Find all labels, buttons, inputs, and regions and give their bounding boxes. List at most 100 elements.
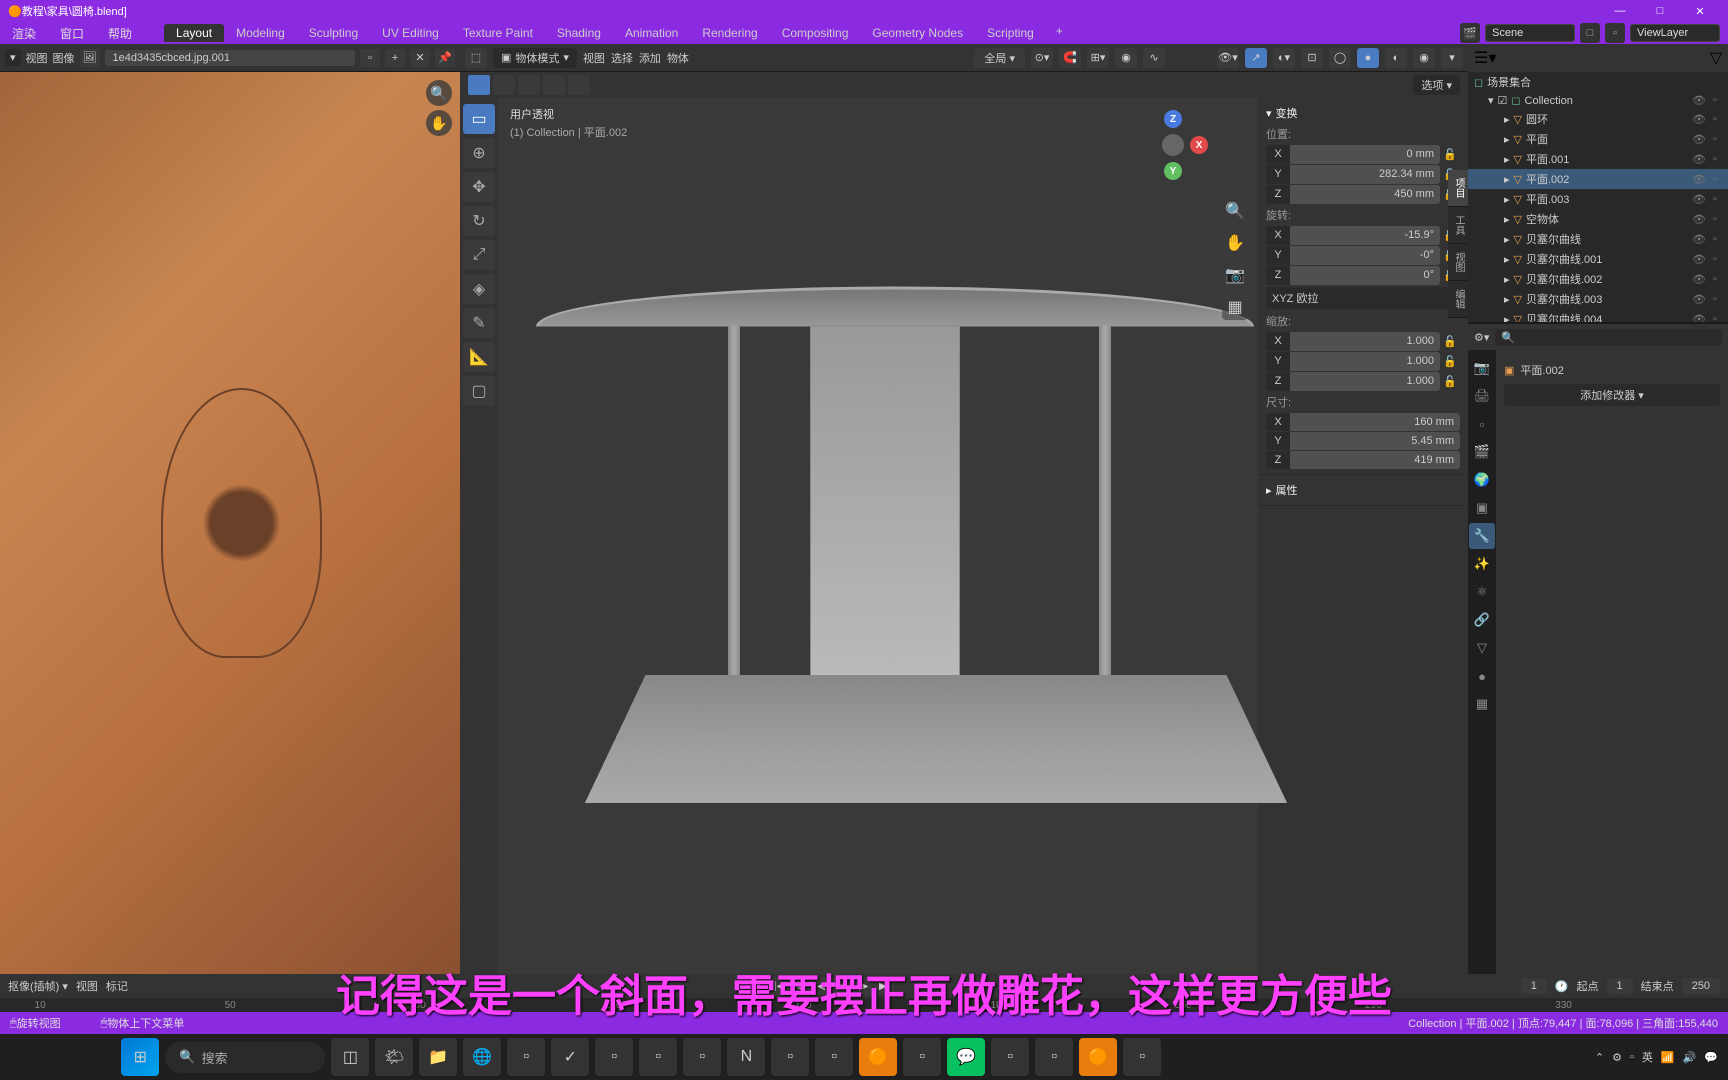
lock-icon[interactable]: 🔓 xyxy=(1440,352,1460,371)
props-type[interactable]: ⚙▾ xyxy=(1474,331,1489,344)
viewlayer-icon[interactable]: ▫ xyxy=(1605,23,1625,43)
taskbar-search[interactable]: 🔍 搜索 xyxy=(165,1042,325,1073)
tray-icon[interactable]: ⚙ xyxy=(1612,1051,1622,1064)
prop-tab-world[interactable]: 🌍 xyxy=(1469,467,1495,493)
tab-modeling[interactable]: Modeling xyxy=(224,24,297,42)
app-icon[interactable]: ▫ xyxy=(683,1038,721,1076)
tool-annotate[interactable]: ✎ xyxy=(463,308,495,338)
lock-icon[interactable]: 🔓 xyxy=(1440,372,1460,391)
proportional-dropdown[interactable]: ∿ xyxy=(1143,48,1165,68)
snap-toggle[interactable]: 🧲 xyxy=(1059,48,1081,68)
app-icon[interactable]: ▫ xyxy=(815,1038,853,1076)
start-button[interactable]: ⊞ xyxy=(121,1038,159,1076)
overlay-toggle[interactable]: ◐▾ xyxy=(1273,48,1295,68)
app-icon[interactable]: ▫ xyxy=(595,1038,633,1076)
tree-item[interactable]: ▸▽空物体👁▫ xyxy=(1468,209,1728,229)
image-filename[interactable]: 1e4d3435cbced.jpg.001 xyxy=(105,50,355,66)
dim-z[interactable]: 419 mm xyxy=(1290,451,1460,469)
tree-item[interactable]: ▸▽平面.002👁▫ xyxy=(1468,169,1728,189)
app-icon[interactable]: ▫ xyxy=(1123,1038,1161,1076)
tab-view[interactable]: 视图 xyxy=(1448,244,1468,281)
current-frame[interactable]: 1 xyxy=(1521,978,1547,994)
transform-header[interactable]: ▾ 变换 xyxy=(1266,102,1460,124)
pivot-dropdown[interactable]: ⊙▾ xyxy=(1031,48,1053,68)
tree-item[interactable]: ▸▽贝塞尔曲线.002👁▫ xyxy=(1468,269,1728,289)
tab-animation[interactable]: Animation xyxy=(613,24,690,42)
outliner-type[interactable]: ☰▾ xyxy=(1474,48,1496,68)
properties-header[interactable]: ▸ 属性 xyxy=(1266,479,1460,501)
tray-chevron[interactable]: ⌃ xyxy=(1595,1051,1604,1064)
tab-edit[interactable]: 编辑 xyxy=(1448,281,1468,318)
timeline-type[interactable]: 抠像(插帧) ▾ xyxy=(8,978,68,994)
select-mode-3[interactable] xyxy=(518,75,540,95)
menu-render[interactable]: 渲染 xyxy=(0,25,48,42)
tab-scripting[interactable]: Scripting xyxy=(975,24,1046,42)
prop-tab-render[interactable]: 📷 xyxy=(1469,355,1495,381)
dim-y[interactable]: 5.45 mm xyxy=(1290,432,1460,450)
app-icon[interactable]: ▫ xyxy=(1035,1038,1073,1076)
app-icon[interactable]: ▫ xyxy=(991,1038,1029,1076)
reference-image[interactable]: 🔍 ✋ xyxy=(0,72,460,974)
menu-view[interactable]: 视图 xyxy=(583,50,605,66)
prop-tab-particle[interactable]: ✨ xyxy=(1469,551,1495,577)
add-modifier-dropdown[interactable]: 添加修改器 ▾ xyxy=(1504,384,1720,406)
prop-tab-data[interactable]: ▽ xyxy=(1469,635,1495,661)
menu-object[interactable]: 物体 xyxy=(667,50,689,66)
tab-texturepaint[interactable]: Texture Paint xyxy=(451,24,545,42)
add-tab-button[interactable]: + xyxy=(1046,24,1073,42)
lock-icon[interactable]: 🔓 xyxy=(1440,145,1460,164)
mode-selector[interactable]: ▣ 物体模式 ▾ xyxy=(493,48,577,68)
timeline-menu-view[interactable]: 视图 xyxy=(76,978,98,994)
3d-viewport[interactable]: 用户透视 (1) Collection | 平面.002 Z X Y xyxy=(498,98,1258,974)
editor-type-dropdown[interactable]: ▾ xyxy=(5,49,21,66)
loc-x[interactable]: 0 mm xyxy=(1290,145,1440,164)
filter-icon[interactable]: ▽ xyxy=(1710,48,1722,68)
perspective-icon[interactable]: ▦ xyxy=(1222,294,1248,320)
tool-cursor[interactable]: ⊕ xyxy=(463,138,495,168)
menu-select[interactable]: 选择 xyxy=(611,50,633,66)
select-mode-2[interactable] xyxy=(493,75,515,95)
blender-taskbar-icon[interactable]: 🟠 xyxy=(1079,1038,1117,1076)
prop-tab-output[interactable]: 🖨 xyxy=(1469,383,1495,409)
tool-scale[interactable]: ⤢ xyxy=(463,240,495,270)
tab-shading[interactable]: Shading xyxy=(545,24,613,42)
tool-transform[interactable]: ◈ xyxy=(463,274,495,304)
close-button[interactable]: ✕ xyxy=(1680,5,1720,18)
scene-input[interactable] xyxy=(1485,24,1575,42)
visibility-dropdown[interactable]: 👁▾ xyxy=(1217,48,1239,68)
edge-icon[interactable]: 🌐 xyxy=(463,1038,501,1076)
app-icon[interactable]: ▫ xyxy=(639,1038,677,1076)
select-mode-4[interactable] xyxy=(543,75,565,95)
taskview-icon[interactable]: ◫ xyxy=(331,1038,369,1076)
volume-icon[interactable]: 🔊 xyxy=(1683,1051,1697,1064)
gizmo-toggle[interactable]: ↗ xyxy=(1245,48,1267,68)
tree-item[interactable]: ▸▽贝塞尔曲线.003👁▫ xyxy=(1468,289,1728,309)
pan-icon[interactable]: ✋ xyxy=(1222,230,1248,256)
image-icon[interactable]: 🖼 xyxy=(80,49,100,67)
shading-rendered[interactable]: ◉ xyxy=(1413,48,1435,68)
xray-toggle[interactable]: ⊡ xyxy=(1301,48,1323,68)
snap-dropdown[interactable]: ⊞▾ xyxy=(1087,48,1109,68)
prop-tab-physics[interactable]: ⚛ xyxy=(1469,579,1495,605)
app-icon[interactable]: ▫ xyxy=(507,1038,545,1076)
rot-x[interactable]: -15.9° xyxy=(1290,226,1440,245)
rot-z[interactable]: 0° xyxy=(1290,266,1440,285)
start-frame[interactable]: 1 xyxy=(1607,978,1633,994)
app-icon[interactable]: ✓ xyxy=(551,1038,589,1076)
tab-compositing[interactable]: Compositing xyxy=(770,24,861,42)
transform-orientation[interactable]: 全局 ▾ xyxy=(974,48,1025,68)
maximize-button[interactable]: □ xyxy=(1640,5,1680,17)
menu-help[interactable]: 帮助 xyxy=(96,25,144,42)
prop-tab-modifier[interactable]: 🔧 xyxy=(1469,523,1495,549)
loc-y[interactable]: 282.34 mm xyxy=(1290,165,1440,184)
lock-icon[interactable]: 🔓 xyxy=(1440,332,1460,351)
tree-item[interactable]: ▸▽贝塞尔曲线.004👁▫ xyxy=(1468,309,1728,324)
scene-icon[interactable]: 🎬 xyxy=(1460,23,1480,43)
widgets-icon[interactable]: 🌤 xyxy=(375,1038,413,1076)
rotation-mode[interactable]: XYZ 欧拉 xyxy=(1266,287,1460,309)
tab-tool[interactable]: 工具 xyxy=(1448,207,1468,244)
menu-view[interactable]: 视图 xyxy=(26,50,48,66)
zoom-icon[interactable]: 🔍 xyxy=(426,80,452,106)
prop-tab-constraint[interactable]: 🔗 xyxy=(1469,607,1495,633)
tab-item[interactable]: 项目 xyxy=(1448,170,1468,207)
